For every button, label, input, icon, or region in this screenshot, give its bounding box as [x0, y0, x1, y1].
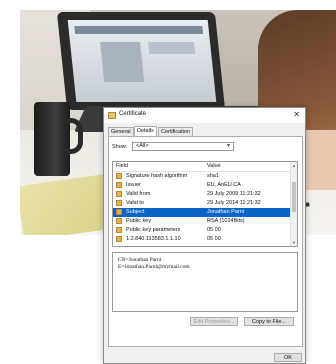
field-value: sha1: [207, 173, 219, 179]
certificate-field-icon: [116, 209, 122, 215]
edit-properties-button[interactable]: Edit Properties...: [190, 317, 238, 326]
certificate-icon: [108, 112, 116, 119]
list-item-selected[interactable]: Subject Jonathan Parni: [113, 208, 293, 217]
field-detail-box[interactable]: CN=Jonathan Parni E=Jonathan.Parni@mymai…: [112, 252, 298, 312]
fields-list-scrollbar[interactable]: ▲ ▼: [290, 162, 297, 246]
certificate-field-icon: [116, 173, 122, 179]
show-select[interactable]: <All> ▼: [132, 142, 234, 151]
notebook: [20, 174, 114, 235]
chevron-down-icon: ▼: [226, 143, 231, 149]
field-value: 05 00: [207, 227, 221, 233]
ok-button[interactable]: OK: [274, 353, 302, 362]
copy-to-file-button[interactable]: Copy to File...: [244, 317, 294, 326]
list-item[interactable]: Public key parameters 05 00: [113, 226, 293, 235]
field-name: Subject: [126, 209, 145, 215]
tab-details[interactable]: Details: [134, 126, 157, 136]
list-item[interactable]: 1.2.840.113583.1.1.10 05 00: [113, 235, 293, 244]
field-name: 1.2.840.113583.1.1.10: [126, 236, 181, 242]
certificate-field-icon: [116, 218, 122, 224]
list-item[interactable]: Public key RSA (1024Bits): [113, 217, 293, 226]
list-item[interactable]: Signature hash algorithm sha1: [113, 172, 293, 181]
certificate-field-icon: [116, 182, 122, 188]
display-box-secondary: [148, 42, 196, 54]
tab-general[interactable]: General: [108, 127, 134, 136]
field-value: RSA (1024Bits): [207, 218, 245, 224]
detail-line: E=Jonathan.Parni@mymail.com: [118, 264, 190, 270]
scrollbar-thumb[interactable]: [292, 182, 296, 212]
certificate-field-icon: [116, 200, 122, 206]
detail-line: CN=Jonathan Parni: [118, 257, 162, 263]
show-label: Show:: [112, 144, 128, 150]
certificate-dialog: Certificate ✕ General Details Certificat…: [103, 107, 306, 364]
certificate-field-icon: [116, 227, 122, 233]
scroll-down-icon[interactable]: ▼: [292, 240, 296, 245]
list-item[interactable]: Issuer EU, AnEU CA: [113, 181, 293, 190]
field-name: Signature hash algorithm: [126, 173, 188, 179]
scroll-up-icon[interactable]: ▲: [292, 163, 296, 168]
list-item[interactable]: Valid from 29 July 2009 11:21:32: [113, 190, 293, 199]
certificate-field-icon: [116, 191, 122, 197]
field-value: 29 July 2014 11:21:32: [207, 200, 261, 206]
fields-list-header: Field Value: [113, 162, 293, 172]
mug-handle: [64, 118, 83, 154]
field-name: Public key: [126, 218, 152, 224]
fields-list[interactable]: Field Value Signature hash algorithm sha…: [112, 161, 298, 247]
field-name: Issuer: [126, 182, 141, 188]
column-header-value[interactable]: Value: [207, 163, 221, 169]
display-bar: [74, 26, 204, 34]
field-value: EU, AnEU CA: [207, 182, 241, 188]
field-name: Valid from: [126, 191, 151, 197]
list-item[interactable]: Valid to 29 July 2014 11:21:32: [113, 199, 293, 208]
show-select-value: <All>: [136, 143, 149, 149]
close-icon[interactable]: ✕: [293, 110, 300, 119]
dialog-titlebar: Certificate ✕: [104, 108, 305, 123]
display-box: [100, 42, 145, 82]
field-value: 05 00: [207, 236, 221, 242]
dialog-title: Certificate: [119, 111, 147, 117]
certificate-field-icon: [116, 236, 122, 242]
laptop-display: [67, 20, 217, 102]
field-name: Valid to: [126, 200, 144, 206]
field-name: Public key parameters: [126, 227, 181, 233]
column-header-field[interactable]: Field: [116, 163, 128, 169]
field-value: 29 July 2009 11:21:32: [207, 191, 261, 197]
tab-certification-path[interactable]: Certification Path: [158, 127, 194, 144]
field-value: Jonathan Parni: [207, 209, 244, 215]
